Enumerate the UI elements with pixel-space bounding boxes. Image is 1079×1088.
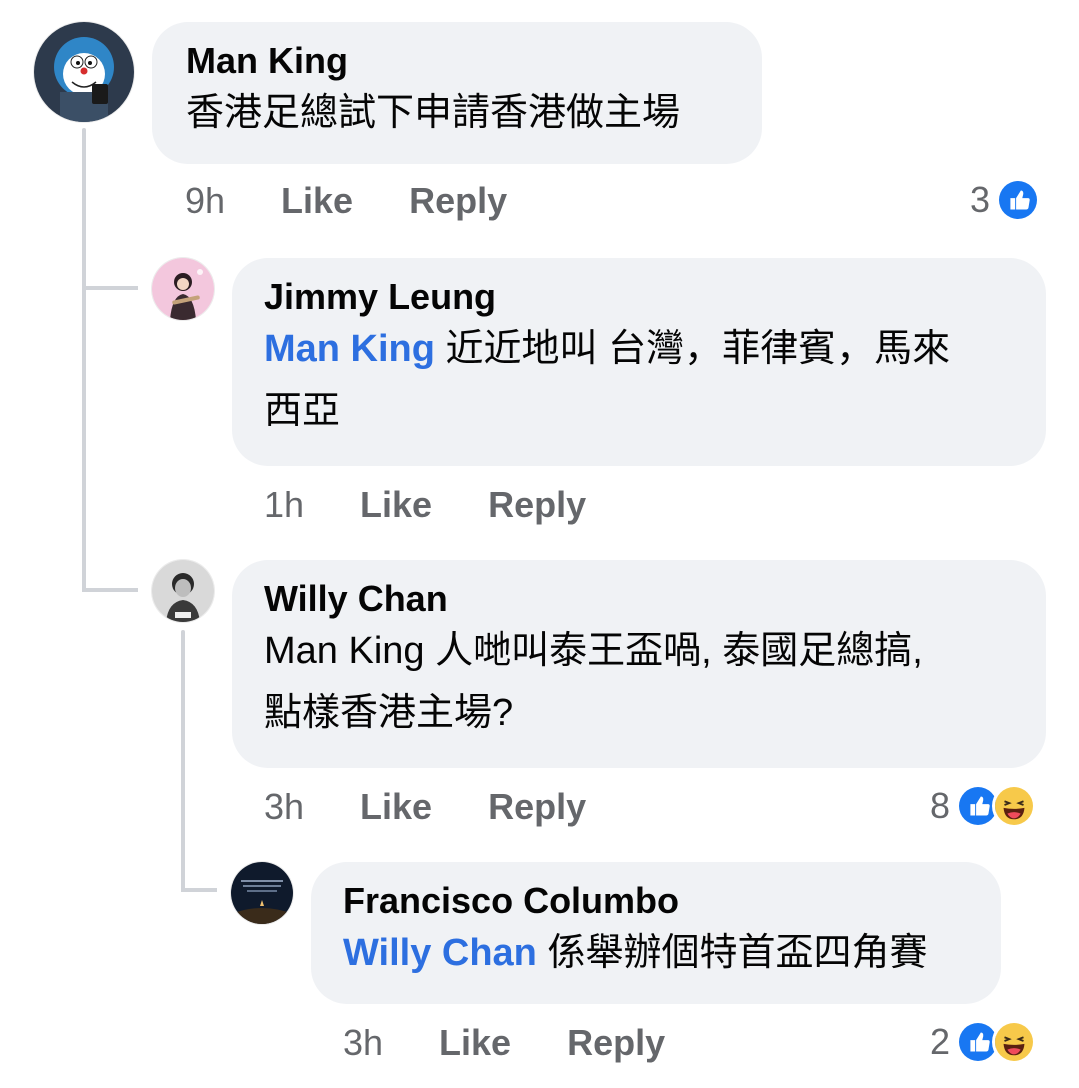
mention-link[interactable]: Willy Chan (343, 932, 537, 974)
comment-timestamp[interactable]: 3h (343, 1022, 383, 1064)
comment-text: 近近地叫 台灣，菲律賓，馬來 (434, 328, 951, 370)
comment-text-line: Willy Chan 係舉辦個特首盃四角賽 (343, 922, 969, 984)
reaction-summary[interactable]: 3 (970, 178, 1041, 222)
reply-button[interactable]: Reply (488, 484, 586, 526)
comment-actions: 3h Like Reply (264, 786, 586, 828)
reaction-count: 3 (970, 179, 991, 220)
thread-line-main (82, 128, 86, 592)
reaction-count: 2 (930, 1021, 951, 1062)
comment-author[interactable]: Willy Chan (264, 578, 1014, 620)
avatar-willy-chan[interactable] (152, 560, 214, 622)
reaction-summary[interactable]: 2 (930, 1020, 1037, 1064)
reaction-count: 8 (930, 785, 951, 826)
thread-line-willy (181, 630, 185, 892)
avatar-man-king[interactable] (34, 22, 134, 122)
comment-bubble-jimmy-leung[interactable]: Jimmy Leung Man King 近近地叫 台灣，菲律賓，馬來 西亞 (232, 258, 1046, 466)
thread-connector-willy (82, 588, 138, 592)
comment-timestamp[interactable]: 9h (185, 180, 225, 222)
comment-author[interactable]: Francisco Columbo (343, 880, 969, 922)
reply-button[interactable]: Reply (488, 786, 586, 828)
comment-text: 香港足總試下申請香港做主場 (186, 92, 681, 134)
reaction-summary[interactable]: 8 (930, 784, 1037, 828)
avatar-francisco-columbo[interactable] (231, 862, 293, 924)
thread-connector-jimmy (82, 286, 138, 290)
like-button[interactable]: Like (360, 484, 432, 526)
comment-bubble-willy-chan[interactable]: Willy Chan Man King 人哋叫泰王盃喎, 泰國足總搞, 點樣香港… (232, 560, 1046, 768)
comment-text: 係舉辦個特首盃四角賽 (536, 932, 928, 974)
comment-bubble-man-king[interactable]: Man King 香港足總試下申請香港做主場 (152, 22, 762, 164)
comment-text-line-2: 西亞 (264, 390, 341, 432)
like-icon (996, 178, 1041, 222)
comment-author[interactable]: Jimmy Leung (264, 276, 1014, 318)
comment-timestamp[interactable]: 3h (264, 786, 304, 828)
comment-bubble-francisco-columbo[interactable]: Francisco Columbo Willy Chan 係舉辦個特首盃四角賽 (311, 862, 1001, 1004)
haha-icon (992, 1020, 1037, 1064)
reply-button[interactable]: Reply (409, 180, 507, 222)
comment-text-line-2: 點樣香港主場? (264, 692, 514, 734)
mention-link[interactable]: Man King (264, 328, 435, 370)
comment-timestamp[interactable]: 1h (264, 484, 304, 526)
reply-button[interactable]: Reply (567, 1022, 665, 1064)
like-button[interactable]: Like (439, 1022, 511, 1064)
comment-actions: 9h Like Reply (185, 180, 507, 222)
comment-text-line: Man King 近近地叫 台灣，菲律賓，馬來 (264, 318, 1014, 380)
comment-actions: 3h Like Reply (343, 1022, 665, 1064)
like-button[interactable]: Like (281, 180, 353, 222)
thread-connector-francisco (181, 888, 217, 892)
comment-actions: 1h Like Reply (264, 484, 586, 526)
comment-author[interactable]: Man King (186, 40, 728, 82)
like-button[interactable]: Like (360, 786, 432, 828)
comment-text-line: Man King 人哋叫泰王盃喎, 泰國足總搞, (264, 630, 923, 672)
haha-icon (992, 784, 1037, 828)
avatar-jimmy-leung[interactable] (152, 258, 214, 320)
